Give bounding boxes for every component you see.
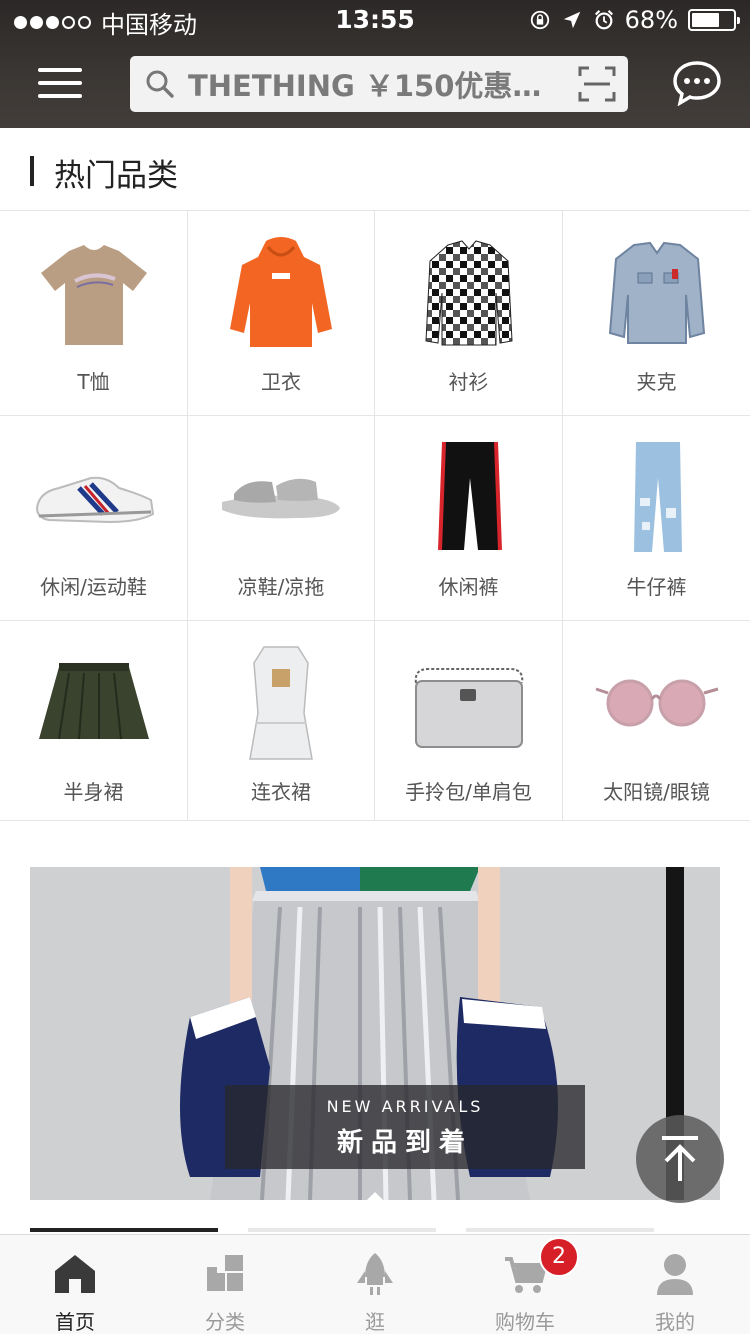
denim-jacket-icon <box>592 233 722 353</box>
category-label: 凉鞋/凉拖 <box>237 575 325 599</box>
section-accent-bar <box>30 156 34 186</box>
banner-caption: NEW ARRIVALS 新品到着 <box>225 1085 585 1169</box>
category-item-dress[interactable]: 连衣裙 <box>188 621 375 821</box>
tab-label: 逛 <box>365 1310 385 1334</box>
tab-label: 购物车 <box>495 1310 555 1334</box>
alarm-icon <box>594 10 613 30</box>
section-header: 热门品类 <box>0 128 750 211</box>
tab-label: 我的 <box>655 1310 695 1334</box>
battery-percent: 68% <box>624 6 678 34</box>
tab-profile[interactable]: 我的 <box>600 1235 750 1334</box>
category-item-sandals[interactable]: 凉鞋/凉拖 <box>188 416 375 621</box>
tab-label: 分类 <box>205 1310 245 1334</box>
content-tab-indicator <box>30 1228 750 1232</box>
carousel-indicator-caret <box>367 1192 383 1200</box>
tab-home[interactable]: 首页 <box>0 1235 150 1334</box>
tab-category[interactable]: 分类 <box>150 1235 300 1334</box>
category-icon <box>207 1255 243 1291</box>
active-indicator <box>30 1228 218 1232</box>
category-label: 太阳镜/眼镜 <box>603 780 710 804</box>
back-to-top-button[interactable] <box>636 1115 724 1203</box>
search-icon <box>146 70 174 98</box>
category-label: 手拎包/单肩包 <box>405 780 532 804</box>
rotation-lock-icon <box>530 10 549 30</box>
menu-icon-line <box>38 81 82 85</box>
search-placeholder: THETHING ￥150优惠券... <box>188 69 558 103</box>
banner-subtitle: NEW ARRIVALS <box>326 1097 484 1116</box>
user-icon <box>657 1254 693 1295</box>
cart-count-badge: 2 <box>539 1237 579 1277</box>
category-item-bag[interactable]: 手拎包/单肩包 <box>375 621 563 821</box>
slide-sandal-icon <box>216 438 346 558</box>
category-grid: T恤 卫衣 衬衫 夹克 休闲/运动鞋 凉鞋/凉拖 休闲裤 牛仔裤 半身裙 连衣裙… <box>0 211 750 821</box>
status-bar: 中国移动 13:55 68% <box>0 0 750 40</box>
header: 中国移动 13:55 68% THETHING ￥150优惠券... <box>0 0 750 128</box>
category-item-glasses[interactable]: 太阳镜/眼镜 <box>563 621 750 821</box>
sneaker-icon <box>29 438 159 558</box>
category-item-jeans[interactable]: 牛仔裤 <box>563 416 750 621</box>
app-page: 中国移动 13:55 68% THETHING ￥150优惠券... 热门品类 … <box>0 0 750 1334</box>
location-icon <box>563 11 580 29</box>
tab-explore[interactable]: 逛 <box>300 1235 450 1334</box>
category-label: 休闲/运动鞋 <box>40 575 147 599</box>
bottom-tab-bar: 首页 分类 逛 购物车 我的 <box>0 1234 750 1334</box>
scan-icon[interactable] <box>578 66 616 102</box>
status-right: 68% <box>529 6 740 34</box>
category-label: 衬衫 <box>448 370 489 394</box>
category-item-jacket[interactable]: 夹克 <box>563 211 750 416</box>
category-label: 连衣裙 <box>251 780 311 804</box>
skirt-icon <box>29 643 159 763</box>
battery-icon <box>688 9 740 31</box>
tshirt-icon <box>29 233 159 353</box>
track-pants-icon <box>404 438 534 558</box>
home-icon <box>55 1255 95 1293</box>
category-label: 牛仔裤 <box>626 575 687 599</box>
jeans-icon <box>592 438 722 558</box>
category-item-shirt[interactable]: 衬衫 <box>375 211 563 416</box>
category-item-sneakers[interactable]: 休闲/运动鞋 <box>0 416 188 621</box>
banner-title: 新品到着 <box>336 1128 473 1158</box>
sunglasses-icon <box>592 643 722 763</box>
category-label: 半身裙 <box>63 780 124 804</box>
menu-button[interactable] <box>38 66 82 102</box>
menu-icon-line <box>38 94 82 98</box>
rocket-icon <box>357 1253 393 1295</box>
section-title: 热门品类 <box>54 158 178 194</box>
category-item-tshirt[interactable]: T恤 <box>0 211 188 416</box>
category-label: T恤 <box>77 370 110 394</box>
arrow-up-icon <box>662 1136 698 1181</box>
category-item-casual-pants[interactable]: 休闲裤 <box>375 416 563 621</box>
menu-icon-line <box>38 68 82 72</box>
category-item-hoodie[interactable]: 卫衣 <box>188 211 375 416</box>
category-item-skirt[interactable]: 半身裙 <box>0 621 188 821</box>
category-label: 卫衣 <box>261 370 301 394</box>
search-input[interactable]: THETHING ￥150优惠券... <box>130 56 628 112</box>
plaid-shirt-icon <box>404 233 534 353</box>
handbag-icon <box>404 643 534 763</box>
hoodie-icon <box>216 233 346 353</box>
promo-banner[interactable]: NEW ARRIVALS 新品到着 <box>30 867 720 1200</box>
tab-label: 首页 <box>55 1310 95 1334</box>
dress-icon <box>216 643 346 763</box>
inactive-indicator <box>466 1228 654 1232</box>
category-label: 夹克 <box>636 370 677 394</box>
message-icon[interactable] <box>672 60 722 106</box>
category-label: 休闲裤 <box>438 575 499 599</box>
inactive-indicator <box>248 1228 436 1232</box>
